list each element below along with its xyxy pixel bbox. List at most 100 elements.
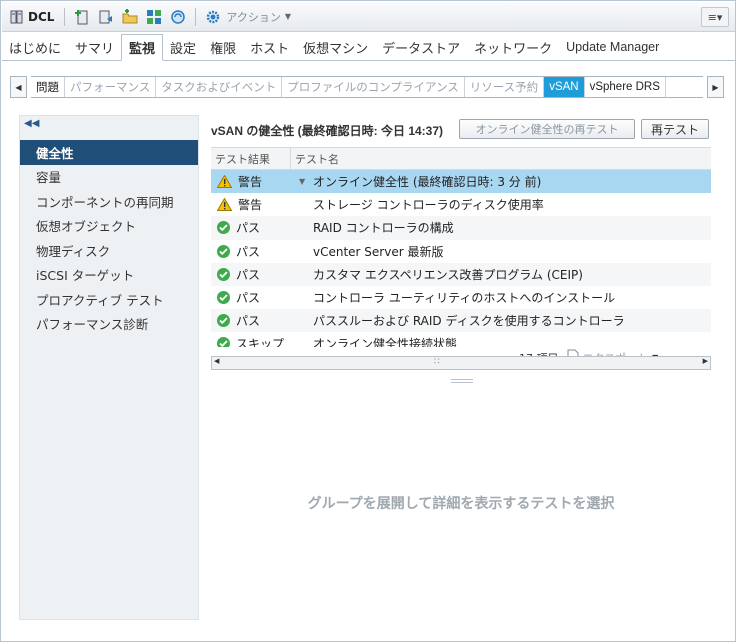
- result-cell: パス: [211, 266, 291, 283]
- column-header-name[interactable]: テスト名: [291, 151, 339, 167]
- scroll-left-icon[interactable]: ◀: [214, 357, 219, 365]
- retest-button[interactable]: 再テスト: [641, 119, 709, 139]
- subtabs: 問題 パフォーマンス タスクおよびイベント プロファイルのコンプライアンス リソ…: [31, 76, 703, 98]
- datacenter-icon: [10, 9, 24, 25]
- result-label: パス: [236, 221, 261, 236]
- name-cell: RAID コントローラの構成: [291, 219, 454, 236]
- vsan-nav-list: 健全性 容量 コンポーネントの再同期 仮想オブジェクト 物理ディスク iSCSI…: [20, 140, 198, 336]
- nav-item-iscsi-targets[interactable]: iSCSI ターゲット: [20, 263, 198, 288]
- name-cell: vCenter Server 最新版: [291, 243, 443, 260]
- subtab-vsan[interactable]: vSAN: [544, 77, 585, 97]
- refresh-icon[interactable]: [169, 8, 187, 26]
- nav-item-physical-disks[interactable]: 物理ディスク: [20, 238, 198, 263]
- health-test-table: テスト結果 テスト名 警告 ▼ オンライン健全性 (最終確認日時: 3 分 前)…: [211, 147, 711, 371]
- test-name: vCenter Server 最新版: [313, 244, 444, 259]
- page-title: vSAN の健全性 (最終確認日時: 今日 14:37): [211, 123, 444, 138]
- result-cell: パス: [211, 312, 291, 329]
- new-distributed-switch-icon[interactable]: [145, 8, 163, 26]
- tab-networks[interactable]: ネットワーク: [467, 34, 559, 60]
- nav-item-capacity[interactable]: 容量: [20, 165, 198, 190]
- result-label: パス: [236, 267, 261, 282]
- tab-getting-started[interactable]: はじめに: [2, 34, 68, 60]
- chevron-down-icon: ▼: [284, 12, 292, 21]
- tab-update-manager[interactable]: Update Manager: [559, 34, 666, 60]
- new-folder-icon[interactable]: [121, 8, 139, 26]
- table-row[interactable]: パス カスタマ エクスペリエンス改善プログラム (CEIP): [211, 262, 711, 286]
- table-row[interactable]: 警告 ストレージ コントローラのディスク使用率: [211, 193, 711, 216]
- nav-item-proactive-tests[interactable]: プロアクティブ テスト: [20, 287, 198, 312]
- result-label: 警告: [238, 198, 263, 213]
- collapse-icon[interactable]: ◀◀: [24, 118, 39, 129]
- menu-icon: ≡▾: [707, 10, 723, 24]
- name-cell: ▼ オンライン健全性 (最終確認日時: 3 分 前): [291, 173, 541, 190]
- table-header: テスト結果 テスト名: [211, 148, 711, 170]
- chevron-right-icon: ▶: [712, 82, 719, 92]
- table-row[interactable]: パス RAID コントローラの構成: [211, 216, 711, 240]
- check-icon: [217, 244, 230, 258]
- chevron-left-icon: ◀: [15, 82, 22, 92]
- pane-splitter[interactable]: [451, 379, 473, 383]
- actions-menu[interactable]: アクション ▼: [204, 2, 291, 32]
- subtab-profile-compliance[interactable]: プロファイルのコンプライアンス: [282, 77, 465, 97]
- panel-menu-button[interactable]: ≡▾: [701, 7, 729, 27]
- table-row[interactable]: 警告 ▼ オンライン健全性 (最終確認日時: 3 分 前): [211, 170, 711, 194]
- check-icon: [217, 291, 230, 305]
- toolbar-separator: [64, 7, 66, 26]
- main-tabs: はじめに サマリ 監視 設定 権限 ホスト 仮想マシン データストア ネットワー…: [2, 33, 735, 61]
- test-name: カスタマ エクスペリエンス改善プログラム (CEIP): [313, 267, 583, 282]
- object-name: DCL: [28, 9, 55, 24]
- tab-configure[interactable]: 設定: [163, 34, 203, 60]
- test-name: オンライン健全性 (最終確認日時: 3 分 前): [313, 175, 542, 190]
- column-header-result[interactable]: テスト結果: [211, 148, 291, 169]
- tab-permissions[interactable]: 権限: [203, 34, 243, 60]
- check-icon: [217, 267, 230, 281]
- subtab-tasks-events[interactable]: タスクおよびイベント: [156, 77, 283, 97]
- check-icon: [217, 314, 230, 328]
- table-row[interactable]: パス コントローラ ユーティリティのホストへのインストール: [211, 286, 711, 309]
- horizontal-scrollbar[interactable]: ◀ ∷ ▶: [211, 356, 711, 370]
- table-row[interactable]: パス パススルーおよび RAID ディスクを使用するコントローラ: [211, 309, 711, 333]
- subtab-performance[interactable]: パフォーマンス: [65, 77, 157, 97]
- tab-summary[interactable]: サマリ: [68, 34, 121, 60]
- tab-datastores[interactable]: データストア: [375, 34, 467, 60]
- name-cell: コントローラ ユーティリティのホストへのインストール: [291, 289, 615, 306]
- test-name: RAID コントローラの構成: [313, 221, 454, 236]
- name-cell: ストレージ コントローラのディスク使用率: [291, 196, 544, 213]
- scroll-right-button[interactable]: ▶: [707, 76, 724, 98]
- subtab-issues[interactable]: 問題: [31, 77, 65, 97]
- detail-placeholder: グループを展開して詳細を表示するテストを選択: [307, 496, 615, 512]
- warning-icon: [216, 197, 233, 212]
- add-host-icon[interactable]: [73, 8, 91, 26]
- nav-item-health[interactable]: 健全性: [20, 140, 198, 165]
- nav-item-resync-components[interactable]: コンポーネントの再同期: [20, 189, 198, 214]
- retest-online-button[interactable]: オンライン健全性の再テスト: [459, 119, 635, 139]
- test-name: コントローラ ユーティリティのホストへのインストール: [313, 291, 616, 306]
- test-name: パススルーおよび RAID ディスクを使用するコントローラ: [313, 314, 625, 329]
- tab-vms[interactable]: 仮想マシン: [296, 34, 375, 60]
- vsan-nav-panel: ◀◀ 健全性 容量 コンポーネントの再同期 仮想オブジェクト 物理ディスク iS…: [19, 115, 199, 620]
- result-label: パス: [236, 314, 261, 329]
- result-cell: パス: [211, 243, 291, 260]
- scroll-right-icon[interactable]: ▶: [703, 357, 708, 365]
- result-label: 警告: [238, 175, 263, 190]
- tab-monitor[interactable]: 監視: [121, 34, 164, 61]
- subtab-resource-reservation[interactable]: リソース予約: [465, 77, 545, 97]
- scroll-left-button[interactable]: ◀: [10, 76, 27, 98]
- tab-hosts[interactable]: ホスト: [243, 34, 296, 60]
- subtab-vsphere-drs[interactable]: vSphere DRS: [585, 77, 666, 97]
- retest-label: 再テスト: [650, 122, 699, 137]
- subtab-bar: ◀ 問題 パフォーマンス タスクおよびイベント プロファイルのコンプライアンス …: [10, 76, 724, 98]
- name-cell: カスタマ エクスペリエンス改善プログラム (CEIP): [291, 266, 583, 283]
- nav-item-performance-diagnostics[interactable]: パフォーマンス診断: [20, 312, 198, 337]
- name-cell: パススルーおよび RAID ディスクを使用するコントローラ: [291, 312, 625, 329]
- result-cell: パス: [211, 219, 291, 236]
- table-row[interactable]: パス vCenter Server 最新版: [211, 240, 711, 263]
- test-name: ストレージ コントローラのディスク使用率: [313, 198, 544, 213]
- result-label: パス: [236, 244, 261, 259]
- add-cluster-icon[interactable]: [97, 8, 115, 26]
- gear-icon: [204, 8, 222, 26]
- nav-item-virtual-objects[interactable]: 仮想オブジェクト: [20, 214, 198, 239]
- expand-icon[interactable]: ▼: [299, 177, 313, 186]
- retest-online-label: オンライン健全性の再テスト: [475, 123, 619, 136]
- health-header: vSAN の健全性 (最終確認日時: 今日 14:37) オンライン健全性の再テ…: [211, 119, 711, 141]
